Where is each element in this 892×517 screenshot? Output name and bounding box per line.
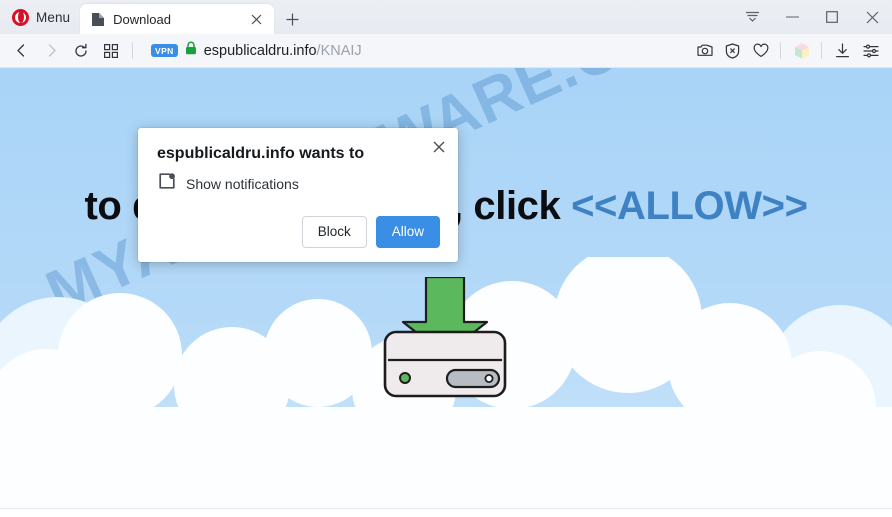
window-controls	[732, 0, 892, 34]
notification-permission-dialog: espublicaldru.info wants to Show notific…	[138, 128, 458, 262]
headline-allow-text: <<ALLOW>>	[571, 184, 808, 228]
navigation-toolbar: VPN espublicaldru.info/KNAIJ	[0, 34, 892, 68]
reload-button[interactable]	[66, 37, 96, 65]
permission-row: Show notifications	[158, 173, 440, 195]
page-viewport: MYANTISPYWARE.COM to download the	[0, 68, 892, 517]
opera-menu-button[interactable]: Menu	[0, 0, 80, 34]
address-bar[interactable]: VPN espublicaldru.info/KNAIJ	[143, 38, 690, 64]
download-icon[interactable]	[829, 37, 856, 64]
toolbar-divider	[821, 42, 822, 59]
opera-logo-icon	[12, 8, 29, 26]
block-button[interactable]: Block	[301, 216, 367, 248]
close-button[interactable]	[852, 0, 892, 34]
notification-icon	[158, 173, 175, 195]
toolbar-divider	[780, 42, 781, 59]
url-host: espublicaldru.info	[203, 42, 317, 59]
forward-button[interactable]	[36, 37, 66, 65]
padlock-icon[interactable]	[185, 41, 197, 60]
allow-button[interactable]: Allow	[375, 216, 440, 248]
download-to-hard-drive-illustration	[383, 277, 507, 398]
tab-strip: Menu Download	[0, 0, 892, 34]
url-text: espublicaldru.info/KNAIJ	[204, 43, 362, 59]
toolbar-right-icons	[690, 37, 884, 64]
permission-label: Show notifications	[186, 176, 299, 192]
dialog-title: espublicaldru.info wants to	[157, 145, 365, 162]
toolbar-divider	[132, 42, 133, 59]
tab-close-icon[interactable]	[244, 7, 268, 31]
maximize-button[interactable]	[812, 0, 852, 34]
page-icon	[91, 12, 105, 27]
menu-button-label: Menu	[36, 9, 71, 25]
close-icon[interactable]	[428, 136, 450, 158]
camera-icon[interactable]	[691, 37, 718, 64]
url-path: /KNAIJ	[316, 42, 362, 59]
dialog-actions: Block Allow	[156, 216, 440, 248]
tab-title: Download	[113, 11, 171, 27]
page-bottom-strip	[0, 508, 892, 517]
speed-dial-button[interactable]	[96, 37, 126, 65]
vpn-badge[interactable]: VPN	[151, 43, 178, 58]
easy-setup-sliders-icon[interactable]	[857, 37, 884, 64]
browser-tab-download[interactable]: Download	[80, 4, 275, 34]
tab-list-icon[interactable]	[732, 0, 772, 34]
cube-icon[interactable]	[788, 37, 815, 64]
minimize-button[interactable]	[772, 0, 812, 34]
heart-icon[interactable]	[747, 37, 774, 64]
back-button[interactable]	[6, 37, 36, 65]
browser-window: Menu Download VPN espublicaldru.info/KNA…	[0, 0, 892, 517]
new-tab-button[interactable]	[280, 7, 304, 31]
ad-blocker-shield-icon[interactable]	[719, 37, 746, 64]
